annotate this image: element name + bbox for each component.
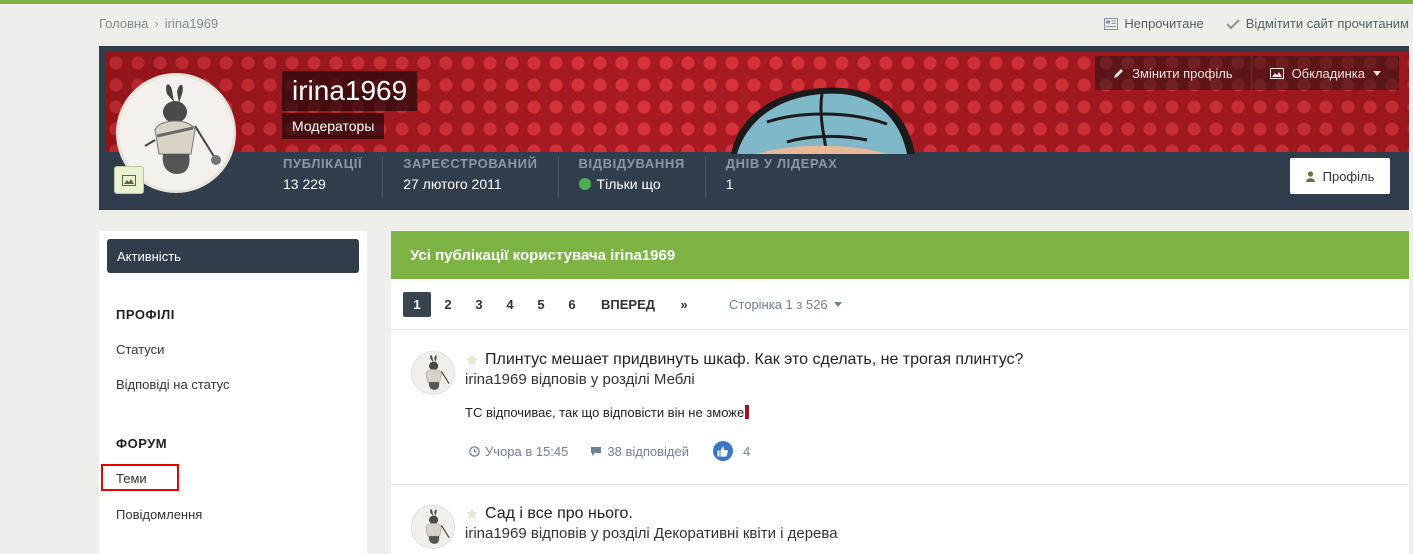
caret-down-icon xyxy=(833,302,842,307)
sidebar-heading-forum: ФОРУМ xyxy=(116,436,168,451)
cover-photo-button[interactable]: Обкладинка xyxy=(1250,56,1399,90)
post-body: ТС відпочиває, так що відповісти він не … xyxy=(465,405,750,420)
stat-leader-days: Днів у лідерах 1 xyxy=(726,156,858,198)
star-icon[interactable] xyxy=(465,507,479,521)
profile-button[interactable]: Профіль xyxy=(1290,158,1390,194)
top-actions: Непрочитане Відмітити сайт прочитаним xyxy=(1104,16,1409,31)
stat-label: Зареєстрований xyxy=(403,156,538,171)
stat-label: Відвідування xyxy=(578,156,685,171)
cover-controls: Змінити профіль Обкладинка xyxy=(1095,56,1399,90)
stat-value: 13 229 xyxy=(283,176,326,192)
author-avatar[interactable] xyxy=(411,351,455,395)
post-replies-link[interactable]: 38 відповідей xyxy=(590,444,689,459)
rabbit-avatar-image xyxy=(412,352,454,394)
content-heading: Усі публікації користувача irina1969 xyxy=(391,231,1409,279)
last-page-button[interactable]: » xyxy=(670,292,698,317)
sidebar-item-posts[interactable]: Повідомлення xyxy=(116,507,202,522)
mark-site-read-link[interactable]: Відмітити сайт прочитаним xyxy=(1226,16,1409,31)
stat-label: Публікації xyxy=(283,156,363,171)
pencil-icon xyxy=(1114,68,1124,78)
breadcrumb: Головна › irina1969 xyxy=(99,16,218,31)
post-title-row: Сад і все про нього. xyxy=(465,505,633,523)
post-time-link[interactable]: Учора в 15:45 xyxy=(469,444,568,459)
stat-value: 27 лютого 2011 xyxy=(403,176,502,192)
chevron-right-icon: › xyxy=(154,16,159,31)
stat-value-wrap: Тільки що xyxy=(578,176,685,192)
profile-stats: Публікації 13 229 Зареєстрований 27 люто… xyxy=(283,156,877,198)
like-count: 4 xyxy=(742,443,751,459)
sidebar-heading-profiles: ПРОФІЛІ xyxy=(116,307,175,322)
top-accent-line xyxy=(0,0,1413,4)
page-jump-dropdown[interactable]: Сторінка 1 з 526 xyxy=(729,297,842,312)
edit-profile-button[interactable]: Змінити профіль xyxy=(1095,56,1250,90)
page-link[interactable]: 3 xyxy=(465,292,493,317)
stat-label: Днів у лідерах xyxy=(725,156,838,171)
sidebar-item-topics[interactable]: Теми xyxy=(116,471,147,486)
profile-button-label: Профіль xyxy=(1322,168,1375,184)
page-link[interactable]: 6 xyxy=(558,292,586,317)
stat-value: 1 xyxy=(725,176,734,192)
caret-down-icon xyxy=(1373,70,1381,76)
profile-group: Модераторы xyxy=(282,113,385,139)
stat-last-visit: Відвідування Тільки що xyxy=(578,156,706,198)
online-indicator-icon xyxy=(578,178,591,190)
cover-photo-label: Обкладинка xyxy=(1291,65,1365,81)
image-icon xyxy=(1269,67,1284,79)
change-photo-button[interactable] xyxy=(114,166,144,194)
edit-profile-label: Змінити профіль xyxy=(1132,65,1233,81)
comment-icon xyxy=(591,446,602,456)
cover-illustration xyxy=(731,87,915,154)
post-time: Учора в 15:45 xyxy=(485,443,569,459)
page-link[interactable]: 2 xyxy=(434,292,462,317)
page-link[interactable]: 4 xyxy=(496,292,524,317)
sidebar-item-activity[interactable]: Активність xyxy=(107,239,359,273)
page-link[interactable]: 5 xyxy=(527,292,555,317)
page-info-label: Сторінка 1 з 526 xyxy=(729,297,828,312)
reactions[interactable]: 4 xyxy=(712,441,751,461)
stat-value: Тільки що xyxy=(596,176,661,192)
profile-sidebar: Активність ПРОФІЛІ Статуси Відповіді на … xyxy=(99,231,367,554)
emoji-image xyxy=(745,405,750,419)
post-title-row: Плинтус мешает придвинуть шкаф. Как это … xyxy=(465,351,1023,369)
profile-cover: Змінити профіль Обкладинка irina1969 Мод… xyxy=(99,46,1409,210)
stat-joined: Зареєстрований 27 лютого 2011 xyxy=(403,156,559,198)
next-page-button[interactable]: ВПЕРЕД xyxy=(593,292,663,317)
breadcrumb-home[interactable]: Головна xyxy=(99,16,148,31)
sidebar-item-statuses[interactable]: Статуси xyxy=(116,342,164,357)
newspaper-icon xyxy=(1104,17,1119,30)
user-icon xyxy=(1305,170,1315,182)
breadcrumb-current[interactable]: irina1969 xyxy=(165,16,219,31)
author-avatar[interactable] xyxy=(411,505,455,549)
image-icon xyxy=(122,174,136,186)
thumbs-up-icon xyxy=(712,441,733,461)
clock-icon xyxy=(469,445,480,457)
check-icon xyxy=(1226,18,1240,29)
post-subtitle: irina1969 відповів у розділі Меблі xyxy=(465,371,695,388)
divider xyxy=(391,484,1409,485)
mark-read-label: Відмітити сайт прочитаним xyxy=(1245,16,1409,31)
unread-label: Непрочитане xyxy=(1124,16,1204,31)
stat-posts: Публікації 13 229 xyxy=(283,156,384,198)
rabbit-avatar-image xyxy=(412,506,454,548)
unread-link[interactable]: Непрочитане xyxy=(1104,16,1204,31)
activity-item: Сад і все про нього. irina1969 відповів … xyxy=(391,505,1409,554)
content-panel: Усі публікації користувача irina1969 1 2… xyxy=(391,231,1409,554)
post-title-link[interactable]: Плинтус мешает придвинуть шкаф. Как это … xyxy=(485,351,1023,369)
sidebar-item-status-replies[interactable]: Відповіді на статус xyxy=(116,377,230,392)
pagination: 1 2 3 4 5 6 ВПЕРЕД » Сторінка 1 з 526 xyxy=(403,292,842,317)
post-meta: Учора в 15:45 38 відповідей 4 xyxy=(469,441,750,461)
star-icon[interactable] xyxy=(465,353,479,367)
page-link-current[interactable]: 1 xyxy=(403,292,431,317)
post-subtitle: irina1969 відповів у розділі Декоративні… xyxy=(465,525,838,542)
profile-username: irina1969 xyxy=(282,71,418,111)
post-replies: 38 відповідей xyxy=(607,443,689,459)
post-title-link[interactable]: Сад і все про нього. xyxy=(485,505,633,523)
activity-item: Плинтус мешает придвинуть шкаф. Как это … xyxy=(391,351,1409,491)
divider xyxy=(391,329,1409,330)
post-body-text: ТС відпочиває, так що відповісти він не … xyxy=(465,405,745,420)
